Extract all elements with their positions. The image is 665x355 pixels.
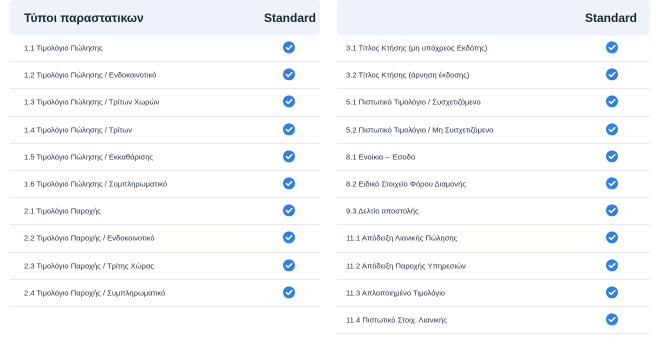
table-row: 2.1 Τιμολόγιο Παροχής [10, 198, 320, 226]
check-circle-icon [606, 286, 618, 299]
check-circle-icon [606, 313, 618, 326]
table-row: 5.1 Πιστωτικό Τιμολόγιο / Συσχετιζόμενο [337, 89, 650, 117]
document-type-label: 1.1 Τιμολόγιο Πώλησης [24, 43, 103, 53]
column-header-standard: Standard [585, 10, 638, 25]
check-circle-icon [283, 258, 295, 271]
document-type-label: 2.4 Τιμολόγιο Παροχής / Συμπληρωματικό [24, 288, 166, 298]
document-type-label: 2.2 Τιμολόγιο Παροχής / Ενδοκοινοτικό [24, 233, 155, 243]
check-circle-icon [606, 123, 618, 136]
column-header-standard: Standard [264, 10, 317, 25]
table-row: 11.1 Απόδειξη Λιανικής Πώλησης [337, 225, 650, 253]
table-row: 3.1 Τίτλος Κτήσης (μη υπόχρεος Εκδότης) [337, 35, 650, 63]
document-type-label: 2.1 Τιμολόγιο Παροχής [24, 206, 101, 216]
check-circle-icon [283, 41, 295, 54]
document-type-label: 1.5 Τιμολόγιο Πώλησης / Εκκαθάρισης [24, 152, 154, 162]
table-row: 2.2 Τιμολόγιο Παροχής / Ενδοκοινοτικό [10, 225, 320, 253]
table-row: 11.2 Απόδειξη Παροχής Υπηρεσιών [337, 253, 650, 280]
document-type-label: 9.3 Δελτίο αποστολής [346, 206, 419, 216]
document-type-label: 1.3 Τιμολόγιο Πώλησης / Τρίτων Χωρών [24, 97, 160, 107]
check-circle-icon [283, 204, 295, 217]
check-circle-icon [283, 68, 295, 81]
document-type-label: 3.2 Τίτλος Κτήσης (άρνηση έκδοσης) [346, 70, 470, 80]
check-circle-icon [606, 231, 618, 244]
right-table-body: 3.1 Τίτλος Κτήσης (μη υπόχρεος Εκδότης) 3… [337, 35, 650, 335]
column-header-document-types: Τύποι παραστατικων [24, 10, 144, 25]
right-table-header: Standard [337, 0, 650, 35]
check-circle-icon [606, 258, 618, 271]
document-type-label: 8.2 Ειδικό Στοιχείο Φόρου Διαμονής [346, 179, 466, 189]
document-type-label: 11.4 Πιστωτικό Στοιχ. Λιανικής [346, 315, 447, 325]
table-row: 1.3 Τιμολόγιο Πώλησης / Τρίτων Χωρών [10, 89, 320, 117]
document-type-label: 5.2 Πιστωτικό Τιμολόγιο / Μη Συσχετιζόμε… [346, 125, 494, 135]
document-type-label: 11.3 Απλοποιημένο Τιμολόγιο [346, 288, 446, 298]
document-type-label: 2.3 Τιμολόγιο Παροχής / Τρίτης Χώρας [24, 261, 155, 271]
table-row: 3.2 Τίτλος Κτήσης (άρνηση έκδοσης) [337, 62, 650, 90]
table-row: 11.3 Απλοποιημένο Τιμολόγιο [337, 280, 650, 307]
document-type-label: 3.1 Τίτλος Κτήσης (μη υπόχρεος Εκδότης) [346, 43, 488, 53]
table-row: 5.2 Πιστωτικό Τιμολόγιο / Μη Συσχετιζόμε… [337, 117, 650, 144]
table-row: 8.1 Ενοίκια – Έσοδο [337, 144, 650, 171]
document-type-label: 8.1 Ενοίκια – Έσοδο [346, 152, 416, 162]
check-circle-icon [283, 231, 295, 244]
document-type-label: 5.1 Πιστωτικό Τιμολόγιο / Συσχετιζόμενο [346, 97, 481, 107]
left-document-types-table: Τύποι παραστατικων Standard 1.1 Τιμολόγι… [10, 0, 320, 307]
check-circle-icon [606, 95, 618, 108]
check-circle-icon [283, 177, 295, 190]
check-circle-icon [606, 41, 618, 54]
left-table-header: Τύποι παραστατικων Standard [10, 0, 320, 35]
table-row: 2.3 Τιμολόγιο Παροχής / Τρίτης Χώρας [10, 253, 320, 280]
check-circle-icon [283, 286, 295, 299]
table-row: 1.5 Τιμολόγιο Πώλησης / Εκκαθάρισης [10, 144, 320, 171]
table-row: 1.4 Τιμολόγιο Πώλησης / Τρίτων [10, 117, 320, 144]
right-document-types-table: Standard 3.1 Τίτλος Κτήσης (μη υπόχρεος … [337, 0, 650, 335]
document-type-label: 1.2 Τιμολόγιο Πώλησης / Ενδοκοινοτικό [24, 70, 157, 80]
table-row: 9.3 Δελτίο αποστολής [337, 198, 650, 226]
document-type-label: 11.2 Απόδειξη Παροχής Υπηρεσιών [346, 261, 466, 271]
table-row: 1.6 Τιμολόγιο Πώλησης / Συμπληρωματικό [10, 171, 320, 199]
check-circle-icon [606, 177, 618, 190]
table-row: 11.4 Πιστωτικό Στοιχ. Λιανικής [337, 307, 650, 335]
check-circle-icon [606, 204, 618, 217]
table-row: 2.4 Τιμολόγιο Παροχής / Συμπληρωματικό [10, 280, 320, 307]
check-circle-icon [283, 123, 295, 136]
document-type-label: 11.1 Απόδειξη Λιανικής Πώλησης [346, 233, 458, 243]
table-row: 1.1 Τιμολόγιο Πώλησης [10, 35, 320, 63]
document-type-label: 1.6 Τιμολόγιο Πώλησης / Συμπληρωματικό [24, 179, 168, 189]
check-circle-icon [283, 150, 295, 163]
table-row: 1.2 Τιμολόγιο Πώλησης / Ενδοκοινοτικό [10, 62, 320, 90]
check-circle-icon [606, 150, 618, 163]
check-circle-icon [283, 95, 295, 108]
left-table-body: 1.1 Τιμολόγιο Πώλησης 1.2 Τιμολόγιο Πώλησ… [10, 35, 320, 307]
table-row: 8.2 Ειδικό Στοιχείο Φόρου Διαμονής [337, 171, 650, 199]
check-circle-icon [606, 68, 618, 81]
document-type-label: 1.4 Τιμολόγιο Πώλησης / Τρίτων [24, 125, 133, 135]
